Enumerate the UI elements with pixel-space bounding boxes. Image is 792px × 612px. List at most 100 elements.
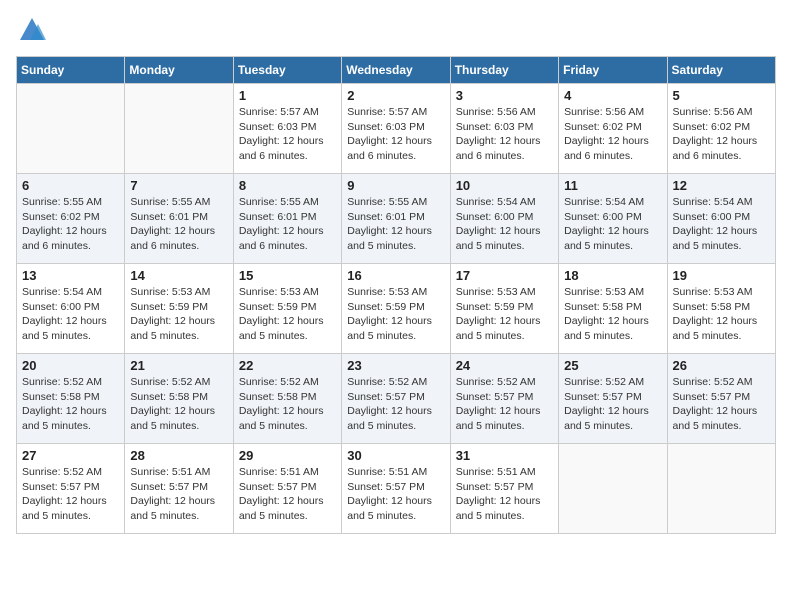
day-number: 1 [239, 88, 336, 103]
day-number: 28 [130, 448, 227, 463]
day-number: 29 [239, 448, 336, 463]
day-info: Sunrise: 5:56 AM Sunset: 6:02 PM Dayligh… [564, 105, 661, 164]
day-info: Sunrise: 5:57 AM Sunset: 6:03 PM Dayligh… [239, 105, 336, 164]
day-info: Sunrise: 5:56 AM Sunset: 6:02 PM Dayligh… [673, 105, 770, 164]
day-number: 14 [130, 268, 227, 283]
day-number: 21 [130, 358, 227, 373]
day-number: 9 [347, 178, 444, 193]
day-info: Sunrise: 5:53 AM Sunset: 5:59 PM Dayligh… [456, 285, 553, 344]
day-info: Sunrise: 5:54 AM Sunset: 6:00 PM Dayligh… [22, 285, 119, 344]
day-number: 26 [673, 358, 770, 373]
day-number: 2 [347, 88, 444, 103]
day-info: Sunrise: 5:52 AM Sunset: 5:58 PM Dayligh… [130, 375, 227, 434]
calendar-cell: 6 Sunrise: 5:55 AM Sunset: 6:02 PM Daylig… [17, 174, 125, 264]
day-number: 25 [564, 358, 661, 373]
calendar-cell: 18 Sunrise: 5:53 AM Sunset: 5:58 PM Dayli… [559, 264, 667, 354]
weekday-header-sunday: Sunday [17, 57, 125, 84]
day-info: Sunrise: 5:54 AM Sunset: 6:00 PM Dayligh… [673, 195, 770, 254]
day-info: Sunrise: 5:52 AM Sunset: 5:57 PM Dayligh… [347, 375, 444, 434]
calendar-cell: 22 Sunrise: 5:52 AM Sunset: 5:58 PM Dayli… [233, 354, 341, 444]
day-info: Sunrise: 5:52 AM Sunset: 5:57 PM Dayligh… [564, 375, 661, 434]
week-row-5: 27Sunrise: 5:52 AM Sunset: 5:57 PM Dayli… [17, 444, 776, 534]
day-number: 7 [130, 178, 227, 193]
calendar-table: SundayMondayTuesdayWednesdayThursdayFrid… [16, 56, 776, 534]
day-number: 18 [564, 268, 661, 283]
calendar-cell: 7 Sunrise: 5:55 AM Sunset: 6:01 PM Daylig… [125, 174, 233, 264]
calendar-cell [125, 84, 233, 174]
weekday-header-saturday: Saturday [667, 57, 775, 84]
day-info: Sunrise: 5:57 AM Sunset: 6:03 PM Dayligh… [347, 105, 444, 164]
day-info: Sunrise: 5:53 AM Sunset: 5:58 PM Dayligh… [564, 285, 661, 344]
day-info: Sunrise: 5:52 AM Sunset: 5:58 PM Dayligh… [22, 375, 119, 434]
day-number: 23 [347, 358, 444, 373]
day-number: 8 [239, 178, 336, 193]
calendar-cell: 25 Sunrise: 5:52 AM Sunset: 5:57 PM Dayli… [559, 354, 667, 444]
calendar-cell: 28 Sunrise: 5:51 AM Sunset: 5:57 PM Dayli… [125, 444, 233, 534]
weekday-header-tuesday: Tuesday [233, 57, 341, 84]
weekday-header-wednesday: Wednesday [342, 57, 450, 84]
day-info: Sunrise: 5:51 AM Sunset: 5:57 PM Dayligh… [456, 465, 553, 524]
calendar-cell: 11Sunrise: 5:54 AM Sunset: 6:00 PM Dayli… [559, 174, 667, 264]
day-info: Sunrise: 5:51 AM Sunset: 5:57 PM Dayligh… [239, 465, 336, 524]
day-number: 13 [22, 268, 119, 283]
weekday-header-friday: Friday [559, 57, 667, 84]
day-number: 12 [673, 178, 770, 193]
calendar-cell: 17 Sunrise: 5:53 AM Sunset: 5:59 PM Dayli… [450, 264, 558, 354]
calendar-cell: 19 Sunrise: 5:53 AM Sunset: 5:58 PM Dayli… [667, 264, 775, 354]
day-number: 20 [22, 358, 119, 373]
day-info: Sunrise: 5:52 AM Sunset: 5:57 PM Dayligh… [673, 375, 770, 434]
day-info: Sunrise: 5:53 AM Sunset: 5:59 PM Dayligh… [347, 285, 444, 344]
day-number: 16 [347, 268, 444, 283]
calendar-cell: 5 Sunrise: 5:56 AM Sunset: 6:02 PM Daylig… [667, 84, 775, 174]
calendar-cell [667, 444, 775, 534]
week-row-1: 1 Sunrise: 5:57 AM Sunset: 6:03 PM Daylig… [17, 84, 776, 174]
weekday-header-monday: Monday [125, 57, 233, 84]
day-number: 19 [673, 268, 770, 283]
calendar-cell: 10 Sunrise: 5:54 AM Sunset: 6:00 PM Dayli… [450, 174, 558, 264]
calendar-cell: 23 Sunrise: 5:52 AM Sunset: 5:57 PM Dayli… [342, 354, 450, 444]
calendar-cell: 26 Sunrise: 5:52 AM Sunset: 5:57 PM Dayli… [667, 354, 775, 444]
day-number: 31 [456, 448, 553, 463]
calendar-cell: 8 Sunrise: 5:55 AM Sunset: 6:01 PM Daylig… [233, 174, 341, 264]
calendar-cell: 2 Sunrise: 5:57 AM Sunset: 6:03 PM Daylig… [342, 84, 450, 174]
week-row-4: 20 Sunrise: 5:52 AM Sunset: 5:58 PM Dayli… [17, 354, 776, 444]
calendar-cell: 14 Sunrise: 5:53 AM Sunset: 5:59 PM Dayli… [125, 264, 233, 354]
day-info: Sunrise: 5:52 AM Sunset: 5:58 PM Dayligh… [239, 375, 336, 434]
page-header [16, 16, 776, 44]
day-info: Sunrise: 5:55 AM Sunset: 6:02 PM Dayligh… [22, 195, 119, 254]
day-number: 24 [456, 358, 553, 373]
day-number: 3 [456, 88, 553, 103]
calendar-cell: 27Sunrise: 5:52 AM Sunset: 5:57 PM Dayli… [17, 444, 125, 534]
day-info: Sunrise: 5:51 AM Sunset: 5:57 PM Dayligh… [347, 465, 444, 524]
day-info: Sunrise: 5:56 AM Sunset: 6:03 PM Dayligh… [456, 105, 553, 164]
day-info: Sunrise: 5:55 AM Sunset: 6:01 PM Dayligh… [347, 195, 444, 254]
calendar-cell [559, 444, 667, 534]
day-number: 30 [347, 448, 444, 463]
day-info: Sunrise: 5:55 AM Sunset: 6:01 PM Dayligh… [239, 195, 336, 254]
day-number: 5 [673, 88, 770, 103]
day-number: 10 [456, 178, 553, 193]
calendar-cell: 30 Sunrise: 5:51 AM Sunset: 5:57 PM Dayli… [342, 444, 450, 534]
day-number: 4 [564, 88, 661, 103]
day-number: 17 [456, 268, 553, 283]
calendar-cell: 24 Sunrise: 5:52 AM Sunset: 5:57 PM Dayli… [450, 354, 558, 444]
day-number: 22 [239, 358, 336, 373]
day-info: Sunrise: 5:53 AM Sunset: 5:59 PM Dayligh… [239, 285, 336, 344]
day-info: Sunrise: 5:53 AM Sunset: 5:59 PM Dayligh… [130, 285, 227, 344]
day-info: Sunrise: 5:52 AM Sunset: 5:57 PM Dayligh… [22, 465, 119, 524]
calendar-cell: 3 Sunrise: 5:56 AM Sunset: 6:03 PM Daylig… [450, 84, 558, 174]
day-number: 6 [22, 178, 119, 193]
day-info: Sunrise: 5:53 AM Sunset: 5:58 PM Dayligh… [673, 285, 770, 344]
day-info: Sunrise: 5:55 AM Sunset: 6:01 PM Dayligh… [130, 195, 227, 254]
calendar-cell: 9 Sunrise: 5:55 AM Sunset: 6:01 PM Daylig… [342, 174, 450, 264]
day-info: Sunrise: 5:52 AM Sunset: 5:57 PM Dayligh… [456, 375, 553, 434]
day-info: Sunrise: 5:54 AM Sunset: 6:00 PM Dayligh… [456, 195, 553, 254]
calendar-cell: 20 Sunrise: 5:52 AM Sunset: 5:58 PM Dayli… [17, 354, 125, 444]
weekday-header-thursday: Thursday [450, 57, 558, 84]
calendar-cell: 29 Sunrise: 5:51 AM Sunset: 5:57 PM Dayli… [233, 444, 341, 534]
calendar-cell: 16 Sunrise: 5:53 AM Sunset: 5:59 PM Dayli… [342, 264, 450, 354]
weekday-header-row: SundayMondayTuesdayWednesdayThursdayFrid… [17, 57, 776, 84]
day-info: Sunrise: 5:51 AM Sunset: 5:57 PM Dayligh… [130, 465, 227, 524]
week-row-3: 13 Sunrise: 5:54 AM Sunset: 6:00 PM Dayli… [17, 264, 776, 354]
day-number: 11 [564, 178, 661, 193]
